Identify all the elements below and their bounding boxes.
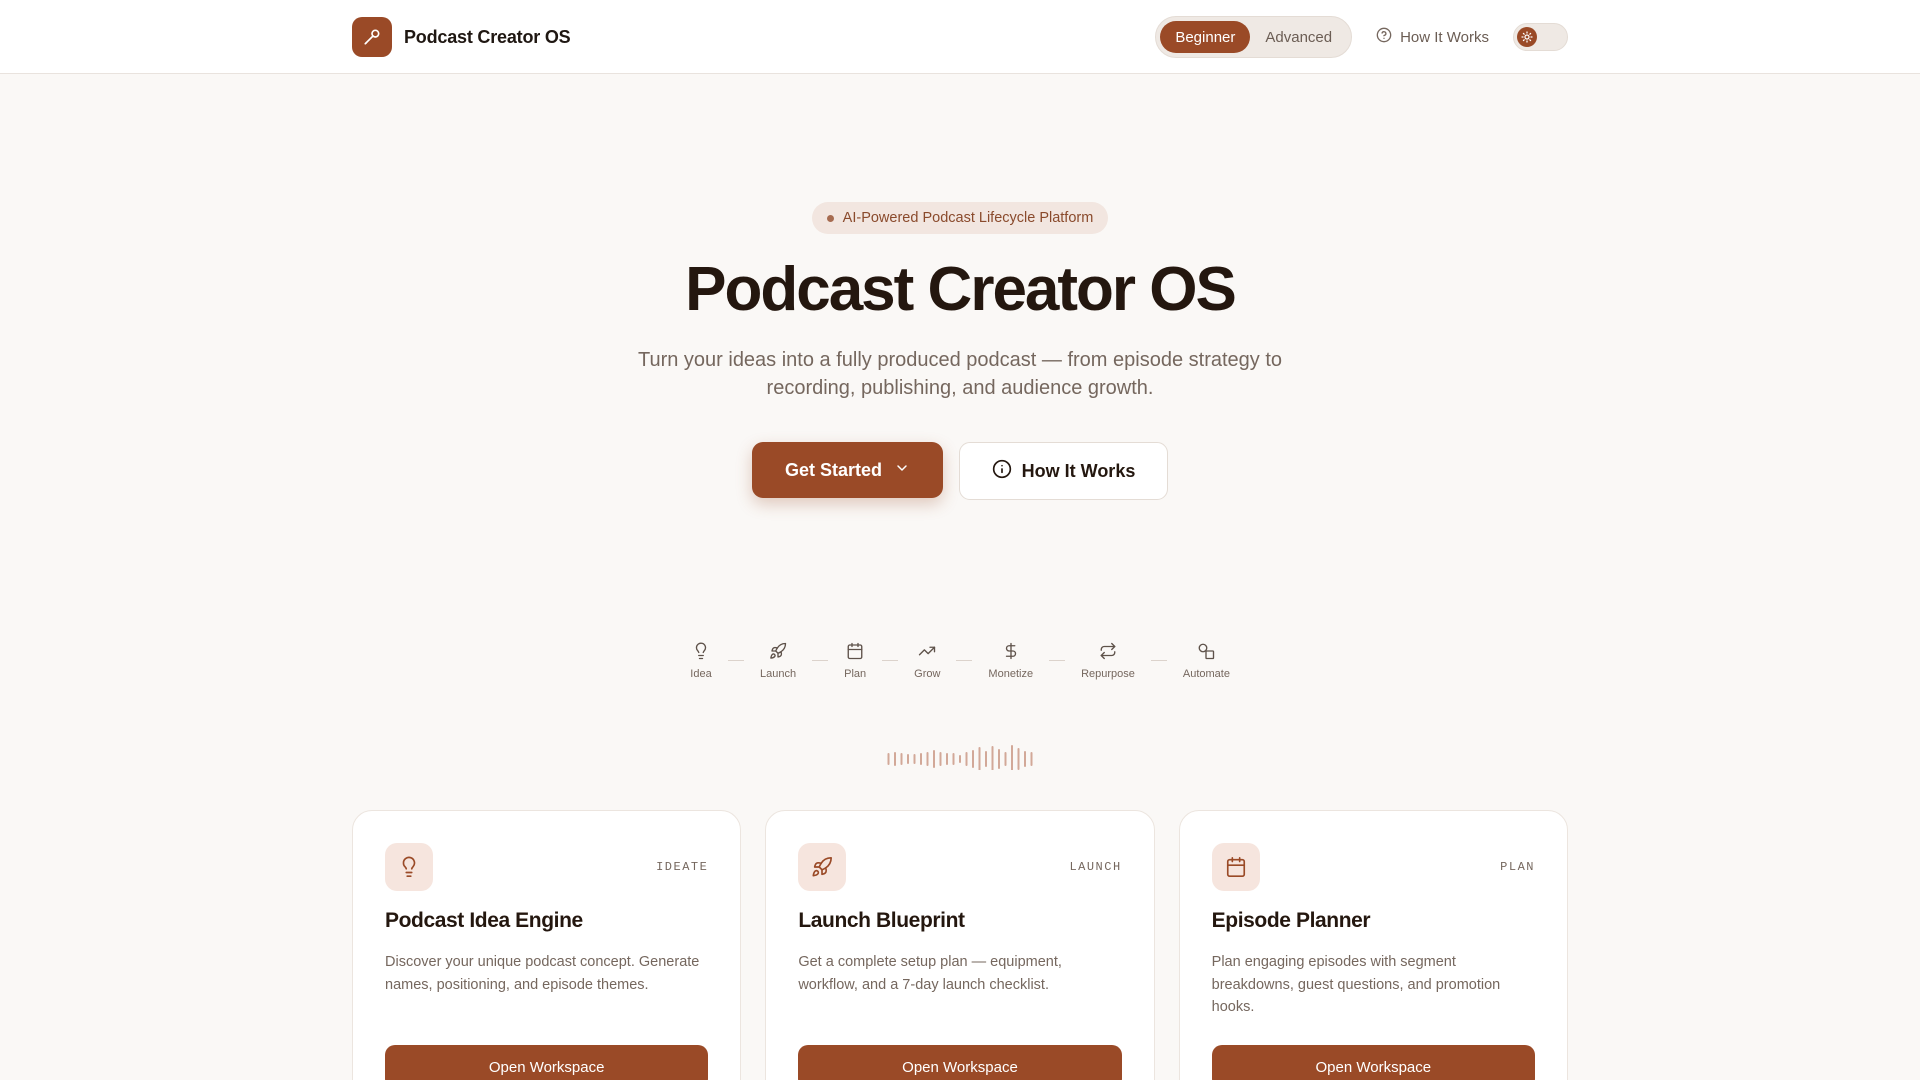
waveform-bar <box>1030 752 1033 766</box>
open-workspace-button[interactable]: Open Workspace <box>1211 1045 1535 1080</box>
how-it-works-link[interactable]: How It Works <box>1376 27 1489 47</box>
step-divider <box>882 660 899 661</box>
step-divider <box>956 660 973 661</box>
shapes-icon <box>1195 640 1217 662</box>
waveform-bar <box>1011 745 1013 773</box>
waveform-graphic <box>887 745 1033 773</box>
step-automate[interactable]: Automate <box>1181 640 1232 680</box>
step-label: Idea <box>690 668 712 680</box>
step-label: Plan <box>844 668 867 680</box>
lightbulb-icon <box>690 640 712 662</box>
card-idea-engine: IDEATE Podcast Idea Engine Discover your… <box>352 810 742 1080</box>
audio-waveform <box>0 740 1920 773</box>
card-title: Podcast Idea Engine <box>385 909 583 932</box>
card-description: Discover your unique podcast concept. Ge… <box>385 954 700 993</box>
open-workspace-button[interactable]: Open Workspace <box>385 1045 709 1080</box>
workspace-cards: IDEATE Podcast Idea Engine Discover your… <box>352 810 1568 1080</box>
card-tag: LAUNCH <box>1069 860 1122 874</box>
how-it-works-label: How It Works <box>1400 28 1489 46</box>
help-circle-icon <box>1376 27 1392 47</box>
calendar-icon <box>1211 843 1260 891</box>
waveform-bar <box>894 752 896 766</box>
step-repurpose[interactable]: Repurpose <box>1079 640 1137 680</box>
waveform-bar <box>1024 751 1026 767</box>
get-started-label: Get Started <box>784 459 883 480</box>
waveform-bar <box>933 750 935 768</box>
open-workspace-button[interactable]: Open Workspace <box>798 1045 1122 1080</box>
step-grow[interactable]: Grow <box>912 640 942 680</box>
badge-text: AI-Powered Podcast Lifecycle Platform <box>842 210 1094 226</box>
theme-toggle[interactable] <box>1513 23 1568 51</box>
waveform-bar <box>1004 752 1007 766</box>
waveform-bar <box>939 752 942 766</box>
lightbulb-icon <box>385 843 433 891</box>
mode-toggle: Beginner Advanced <box>1155 16 1353 58</box>
step-label: Launch <box>760 668 797 680</box>
badge-dot <box>826 214 834 222</box>
waveform-bar <box>959 755 961 763</box>
waveform-bar <box>965 752 968 766</box>
card-description: Plan engaging episodes with segment brea… <box>1211 954 1501 1015</box>
hero-subtitle: Turn your ideas into a fully produced po… <box>637 349 1283 400</box>
trending-up-icon <box>916 640 938 662</box>
card-description: Get a complete setup plan — equipment, w… <box>798 954 1062 993</box>
waveform-bar <box>907 754 909 764</box>
step-label: Automate <box>1182 668 1230 680</box>
step-launch[interactable]: Launch <box>758 640 798 680</box>
top-nav: Podcast Creator OS Beginner Advanced How… <box>0 0 1920 74</box>
step-monetize[interactable]: Monetize <box>986 640 1035 680</box>
rocket-icon <box>798 843 847 891</box>
lifecycle-steps: Idea Launch Plan Grow Monetize Repurpose <box>0 640 1920 680</box>
hero: AI-Powered Podcast Lifecycle Platform Po… <box>0 202 1920 501</box>
card-launch-blueprint: LAUNCH Launch Blueprint Get a complete s… <box>765 810 1155 1080</box>
waveform-bar <box>913 754 916 764</box>
step-label: Monetize <box>988 668 1034 680</box>
step-label: Grow <box>914 668 941 680</box>
step-divider <box>1049 660 1066 661</box>
waveform-bar <box>978 747 981 771</box>
waveform-bar <box>887 753 890 765</box>
step-idea[interactable]: Idea <box>688 640 714 680</box>
step-label: Repurpose <box>1081 668 1135 680</box>
step-plan[interactable]: Plan <box>842 640 868 680</box>
card-title: Launch Blueprint <box>798 909 965 932</box>
waveform-bar <box>991 746 994 772</box>
step-divider <box>1150 660 1167 661</box>
step-divider <box>812 660 829 661</box>
waveform-bar <box>998 749 1000 769</box>
mode-beginner-button[interactable]: Beginner <box>1160 21 1251 53</box>
card-tag: IDEATE <box>656 860 709 874</box>
calendar-icon <box>844 640 866 662</box>
brand-name: Podcast Creator OS <box>404 26 571 47</box>
waveform-bar <box>972 750 974 768</box>
hero-title: Podcast Creator OS <box>685 255 1237 324</box>
waveform-bar <box>920 753 922 765</box>
card-title: Episode Planner <box>1211 909 1371 932</box>
sun-icon <box>1517 27 1537 47</box>
dollar-icon <box>1000 640 1022 662</box>
how-it-works-button-label: How It Works <box>1021 460 1136 481</box>
brand[interactable]: Podcast Creator OS <box>352 17 571 57</box>
rocket-icon <box>767 640 789 662</box>
chevron-down-icon <box>894 460 910 481</box>
card-tag: PLAN <box>1500 860 1535 874</box>
waveform-bar <box>985 751 987 767</box>
hero-badge: AI-Powered Podcast Lifecycle Platform <box>811 202 1109 234</box>
repeat-icon <box>1097 640 1119 662</box>
info-icon <box>992 459 1012 484</box>
mode-advanced-button[interactable]: Advanced <box>1250 21 1347 53</box>
card-episode-planner: PLAN Episode Planner Plan engaging episo… <box>1178 810 1568 1080</box>
waveform-bar <box>1017 748 1020 770</box>
step-divider <box>728 660 745 661</box>
microphone-icon <box>352 17 392 57</box>
get-started-button[interactable]: Get Started <box>752 442 943 499</box>
waveform-bar <box>900 753 903 765</box>
waveform-bar <box>952 753 955 765</box>
waveform-bar <box>926 752 929 766</box>
how-it-works-button[interactable]: How It Works <box>959 442 1168 501</box>
waveform-bar <box>946 753 948 765</box>
